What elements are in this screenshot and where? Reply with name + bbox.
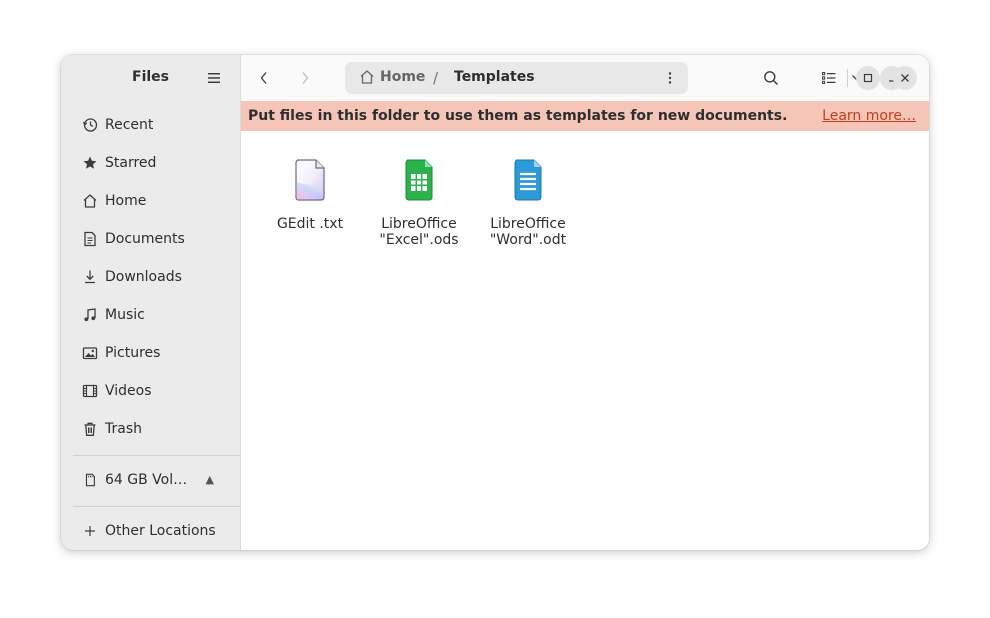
close-button[interactable]: [893, 66, 917, 90]
search-icon: [764, 71, 779, 86]
header-bar: Home / Templates: [241, 55, 929, 101]
text-document-icon: [480, 158, 576, 206]
picture-icon: [81, 344, 99, 362]
maximize-button[interactable]: [856, 66, 880, 90]
sidebar-item-pictures[interactable]: Pictures: [67, 334, 234, 372]
chevron-right-icon: [302, 72, 309, 84]
sidebar-separator: [73, 455, 240, 456]
film-icon: [81, 382, 99, 400]
back-button[interactable]: [251, 65, 277, 91]
path-menu-button[interactable]: [660, 68, 680, 88]
sidebar-item-label: Pictures: [105, 345, 161, 361]
sd-card-icon: [81, 471, 99, 489]
sidebar-header: Files: [61, 55, 240, 101]
sidebar-item-videos[interactable]: Videos: [67, 372, 234, 410]
sidebar-item-label: Starred: [105, 155, 157, 171]
sidebar-item-label: Music: [105, 307, 145, 323]
vertical-dots-icon: [668, 72, 672, 84]
download-icon: [81, 268, 99, 286]
sidebar-item-label: Downloads: [105, 269, 182, 285]
sidebar-item-music[interactable]: Music: [67, 296, 234, 334]
file-item-gedit[interactable]: GEdit .txt: [262, 131, 358, 232]
main-content: Home / Templates Put files in this folde…: [241, 55, 929, 550]
info-bar-message: Put files in this folder to use them as …: [248, 108, 788, 124]
sidebar-item-trash[interactable]: Trash: [67, 410, 234, 448]
file-item-excel[interactable]: LibreOffice "Excel".ods: [371, 131, 467, 248]
view-list-button[interactable]: [816, 65, 842, 91]
breadcrumb-separator: /: [433, 69, 439, 87]
maximize-icon: [863, 73, 873, 83]
places-list: Recent Starred Home Documents Downloads …: [67, 106, 234, 448]
file-name: LibreOffice "Excel".ods: [379, 216, 459, 248]
hamburger-menu-icon: [208, 73, 220, 83]
close-icon: [901, 74, 909, 82]
sidebar-item-downloads[interactable]: Downloads: [67, 258, 234, 296]
info-bar: Put files in this folder to use them as …: [241, 101, 929, 131]
sidebar-item-recent[interactable]: Recent: [67, 106, 234, 144]
sidebar-item-documents[interactable]: Documents: [67, 220, 234, 258]
sidebar-item-home[interactable]: Home: [67, 182, 234, 220]
home-icon: [81, 192, 99, 210]
file-item-word[interactable]: LibreOffice "Word".odt: [480, 131, 576, 248]
sidebar-item-label: Trash: [105, 421, 142, 437]
star-icon: [81, 154, 99, 172]
text-file-icon: [262, 158, 358, 206]
search-button[interactable]: [758, 65, 784, 91]
path-bar[interactable]: Home / Templates: [345, 62, 688, 94]
trash-icon: [81, 420, 99, 438]
clock-icon: [81, 116, 99, 134]
plus-icon: [81, 522, 99, 540]
home-icon: [360, 70, 374, 84]
sidebar-separator: [73, 506, 240, 507]
sidebar-item-label: Home: [105, 193, 147, 209]
sidebar-item-label: Recent: [105, 117, 154, 133]
file-name: LibreOffice "Word".odt: [489, 216, 567, 248]
chevron-left-icon: [260, 72, 267, 84]
volume-label: 64 GB Vol…: [105, 472, 188, 488]
music-note-icon: [81, 306, 99, 324]
sidebar-item-other-locations[interactable]: Other Locations: [67, 512, 234, 550]
eject-icon[interactable]: ▲: [206, 473, 214, 486]
learn-more-link[interactable]: Learn more…: [822, 108, 916, 124]
breadcrumb-home[interactable]: Home: [359, 69, 425, 85]
document-icon: [81, 230, 99, 248]
sidebar-item-label: Documents: [105, 231, 185, 247]
sidebar: Files Recent Starred Home Documents Down…: [61, 55, 241, 550]
breadcrumb-current[interactable]: Templates: [454, 69, 535, 85]
sidebar-item-starred[interactable]: Starred: [67, 144, 234, 182]
spreadsheet-icon: [371, 158, 467, 206]
main-menu-button[interactable]: [205, 69, 223, 87]
sidebar-item-label: Videos: [105, 383, 152, 399]
files-window: Files Recent Starred Home Documents Down…: [61, 55, 929, 550]
file-name: GEdit .txt: [276, 216, 344, 232]
forward-button[interactable]: [292, 65, 318, 91]
sidebar-item-label: Other Locations: [105, 523, 216, 539]
list-view-icon: [822, 72, 836, 84]
sidebar-item-volume[interactable]: 64 GB Vol… ▲: [67, 461, 234, 499]
breadcrumb-home-label: Home: [380, 69, 426, 85]
